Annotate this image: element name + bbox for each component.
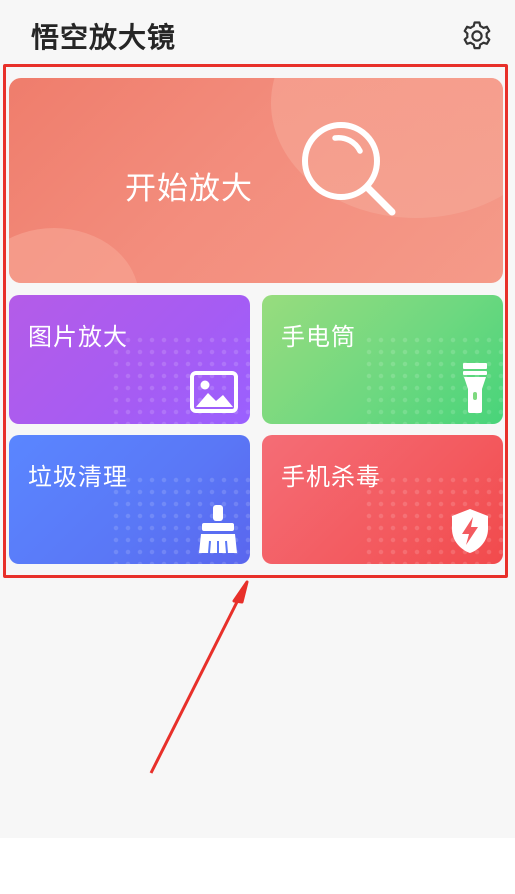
highlight-frame: [3, 64, 508, 578]
gear-icon: [463, 21, 491, 50]
app-header: 悟空放大镜: [0, 0, 515, 66]
bottom-area: [0, 838, 515, 894]
app-screen: 悟空放大镜 开始放大 图片放大 手电筒 垃圾清理 手机杀毒: [0, 0, 515, 894]
settings-button[interactable]: [460, 19, 494, 53]
app-title: 悟空放大镜: [31, 21, 177, 54]
